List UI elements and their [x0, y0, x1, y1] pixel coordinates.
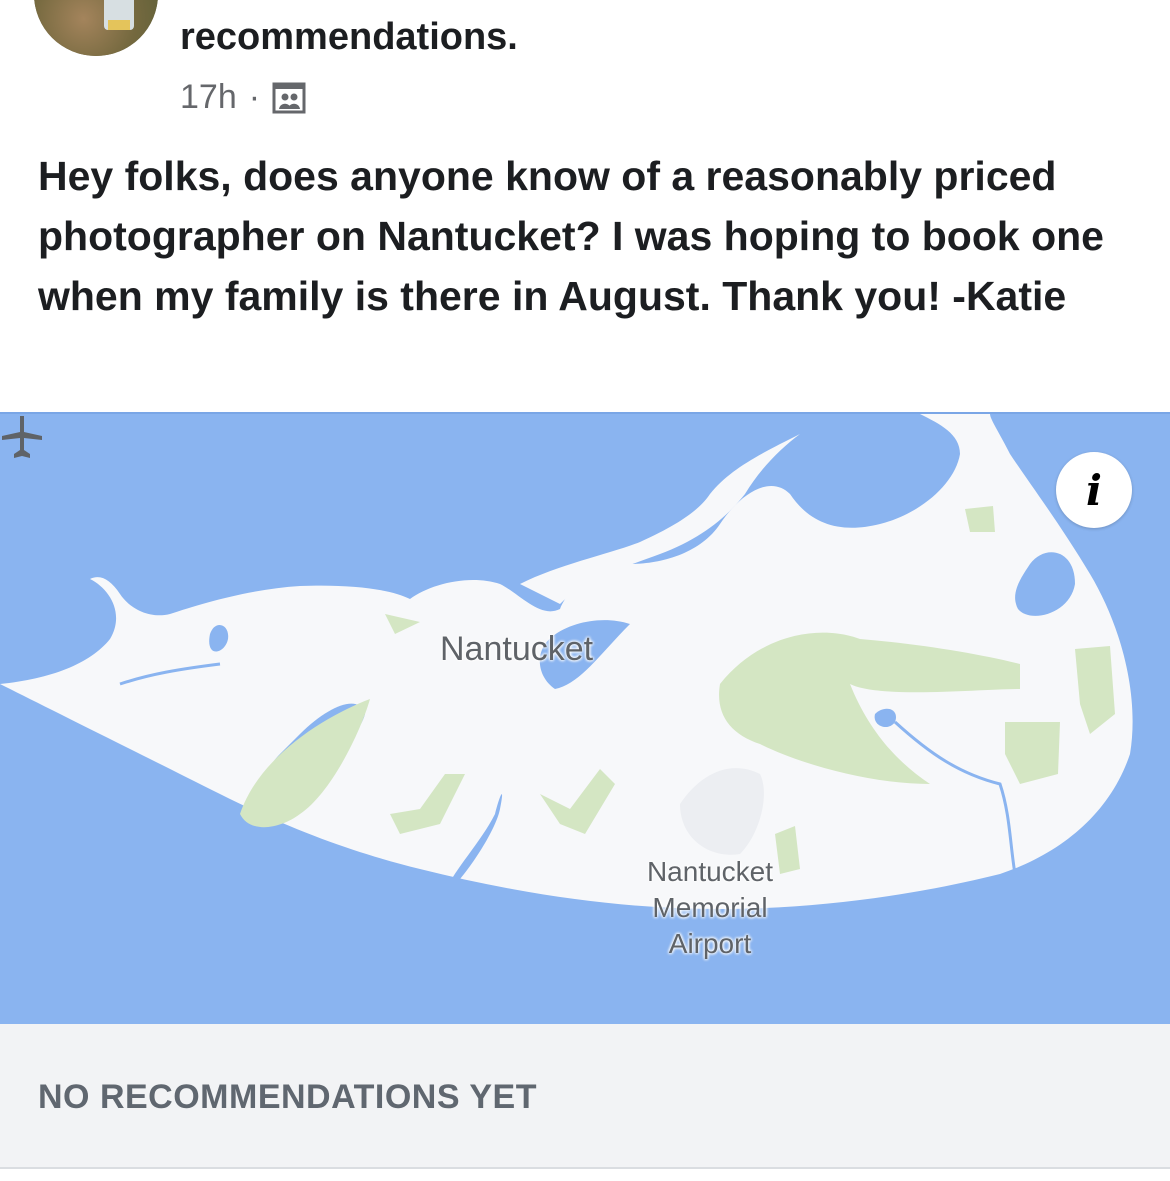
airport-label-line2: Memorial [652, 892, 768, 923]
airplane-icon [2, 416, 42, 458]
nantucket-island-map [0, 414, 1133, 909]
post-meta: 17h · [180, 78, 306, 117]
map-label-airport: Nantucket Memorial Airport [620, 854, 800, 962]
airport-label-line3: Airport [668, 928, 752, 959]
recommendations-section: NO RECOMMENDATIONS YET [0, 1024, 1170, 1169]
no-recommendations-label: NO RECOMMENDATIONS YET [38, 1078, 537, 1116]
location-map[interactable]: Nantucket Nantucket Memorial Airport i [0, 412, 1170, 1026]
info-icon: i [1086, 465, 1102, 515]
avatar-photo-bg [34, 0, 158, 56]
post-card: recommendations. 17h · Hey folks, does a… [0, 0, 1170, 1181]
post-timestamp[interactable]: 17h [180, 78, 237, 117]
map-info-button[interactable]: i [1056, 452, 1132, 528]
avatar-photo-detail [108, 20, 130, 30]
post-body-text: Hey folks, does anyone know of a reasona… [38, 153, 1104, 319]
meta-separator: · [248, 78, 261, 116]
map-label-nantucket: Nantucket [440, 630, 594, 668]
author-avatar[interactable] [34, 0, 158, 56]
post-title: recommendations. [180, 16, 518, 58]
park-northeast [965, 506, 995, 532]
airport-label-line1: Nantucket [646, 856, 774, 887]
group-audience-icon[interactable] [272, 81, 306, 115]
